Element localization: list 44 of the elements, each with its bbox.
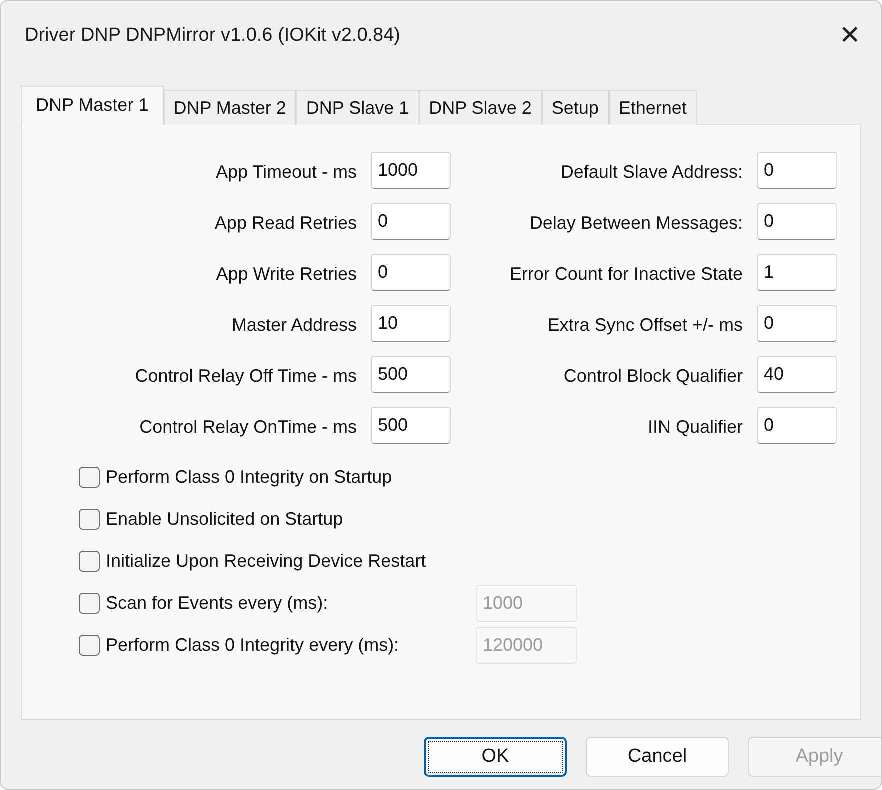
tab[interactable]: DNP Slave 1: [296, 90, 420, 125]
field-label: Delay Between Messages:: [528, 212, 743, 234]
tab[interactable]: DNP Master 1: [21, 86, 164, 125]
input-field[interactable]: 40: [757, 356, 837, 393]
tab[interactable]: Ethernet: [608, 90, 697, 125]
input-field[interactable]: 500: [371, 356, 451, 393]
checkbox[interactable]: [79, 466, 100, 488]
field-label: Default Slave Address:: [560, 161, 743, 183]
field-label: Master Address: [230, 314, 357, 336]
field-label: Control Relay OnTime - ms: [138, 416, 357, 438]
input-field[interactable]: 500: [371, 407, 451, 444]
input-field[interactable]: 1000: [371, 152, 451, 189]
input-field[interactable]: 0: [757, 305, 837, 342]
dialog-button[interactable]: OK: [424, 737, 567, 777]
checkbox[interactable]: [79, 508, 100, 530]
close-button[interactable]: ✕: [833, 21, 867, 51]
dialog-button[interactable]: Cancel: [586, 737, 729, 777]
tab[interactable]: DNP Master 2: [164, 90, 296, 125]
field-label: App Write Retries: [215, 263, 357, 285]
input-field[interactable]: 10: [371, 305, 451, 342]
checkbox-label: Initialize Upon Receiving Device Restart: [106, 550, 428, 572]
tab[interactable]: DNP Slave 2: [419, 90, 542, 125]
input-field[interactable]: 0: [757, 203, 837, 240]
checkbox-label: Perform Class 0 Integrity on Startup: [106, 466, 394, 488]
input-field[interactable]: 0: [371, 254, 451, 291]
field-label: Error Count for Inactive State: [508, 263, 743, 285]
input-field[interactable]: 0: [757, 152, 837, 189]
checkbox-label: Enable Unsolicited on Startup: [106, 508, 344, 530]
field-label: App Read Retries: [214, 212, 357, 234]
checkbox[interactable]: [79, 550, 100, 572]
input-field[interactable]: 0: [757, 407, 837, 444]
field-label: Extra Sync Offset +/- ms: [546, 314, 743, 336]
input-field[interactable]: 0: [371, 203, 451, 240]
checkbox-label: Perform Class 0 Integrity every (ms):: [106, 634, 400, 656]
checkbox[interactable]: [79, 634, 100, 656]
field-label: IIN Qualifier: [646, 416, 743, 438]
field-label: Control Block Qualifier: [562, 365, 743, 387]
field-label: Control Relay Off Time - ms: [134, 365, 357, 387]
field-label: App Timeout - ms: [214, 161, 357, 183]
checkbox[interactable]: [79, 592, 100, 614]
input-field[interactable]: 1: [757, 254, 837, 291]
window-title: Driver DNP DNPMirror v1.0.6 (IOKit v2.0.84): [25, 25, 401, 47]
checkbox-label: Scan for Events every (ms):: [106, 592, 330, 614]
tab[interactable]: Setup: [542, 90, 609, 125]
